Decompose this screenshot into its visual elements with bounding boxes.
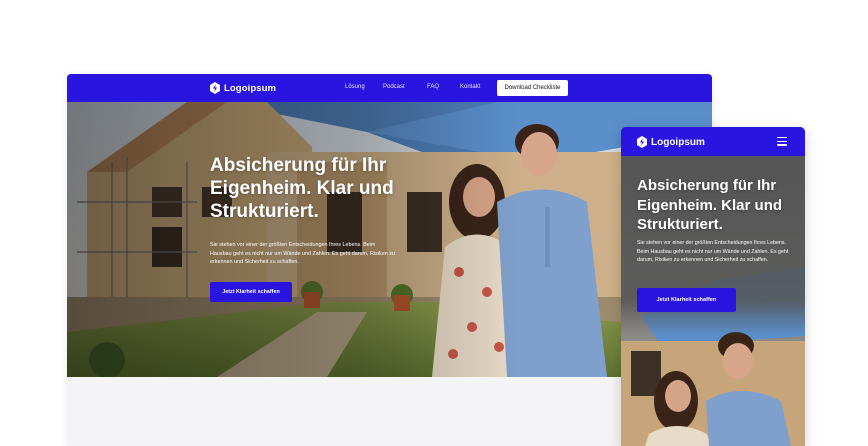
mobile-hero-text: Sie stehen vor einer der größten Entsche… [637,240,789,264]
nav-link-faq[interactable]: FAQ [427,84,439,90]
download-checklist-button[interactable]: Download Checkliste [497,80,568,96]
mobile-hero-title: Absicherung für Ihr Eigenheim. Klar und … [637,177,783,233]
logo-icon [637,136,647,148]
nav-link-loesung[interactable]: Lösung [345,84,365,90]
mobile-hero: Absicherung für Ihr Eigenheim. Klar und … [621,156,805,446]
mobile-mockup: Logoipsum Absicherung für Ihr Eigenheim.… [621,127,805,446]
hero-cta-button[interactable]: Jetzt Klarheit schaffen [210,282,292,302]
desktop-nav-links: Lösung Podcast FAQ Kontakt [67,84,712,94]
showcase-stage: Logoipsum Lösung Podcast FAQ Kontakt Dow… [0,0,868,446]
nav-link-podcast[interactable]: Podcast [383,84,405,90]
desktop-mockup: Logoipsum Lösung Podcast FAQ Kontakt Dow… [67,74,712,446]
desktop-hero: Absicherung für Ihr Eigenheim. Klar und … [67,102,712,377]
mobile-navbar: Logoipsum [621,127,805,156]
hero-text: Sie stehen vor einer der größten Entsche… [210,242,395,266]
logo-text: Logoipsum [651,136,705,148]
mobile-hero-cta-button[interactable]: Jetzt Klarheit schaffen [637,288,736,312]
desktop-navbar: Logoipsum Lösung Podcast FAQ Kontakt Dow… [67,74,712,102]
hamburger-menu-icon[interactable] [777,137,787,146]
hero-overlay [67,102,712,377]
hero-title: Absicherung für Ihr Eigenheim. Klar und … [210,155,394,222]
mobile-logo[interactable]: Logoipsum [637,136,705,148]
nav-link-kontakt[interactable]: Kontakt [460,84,480,90]
